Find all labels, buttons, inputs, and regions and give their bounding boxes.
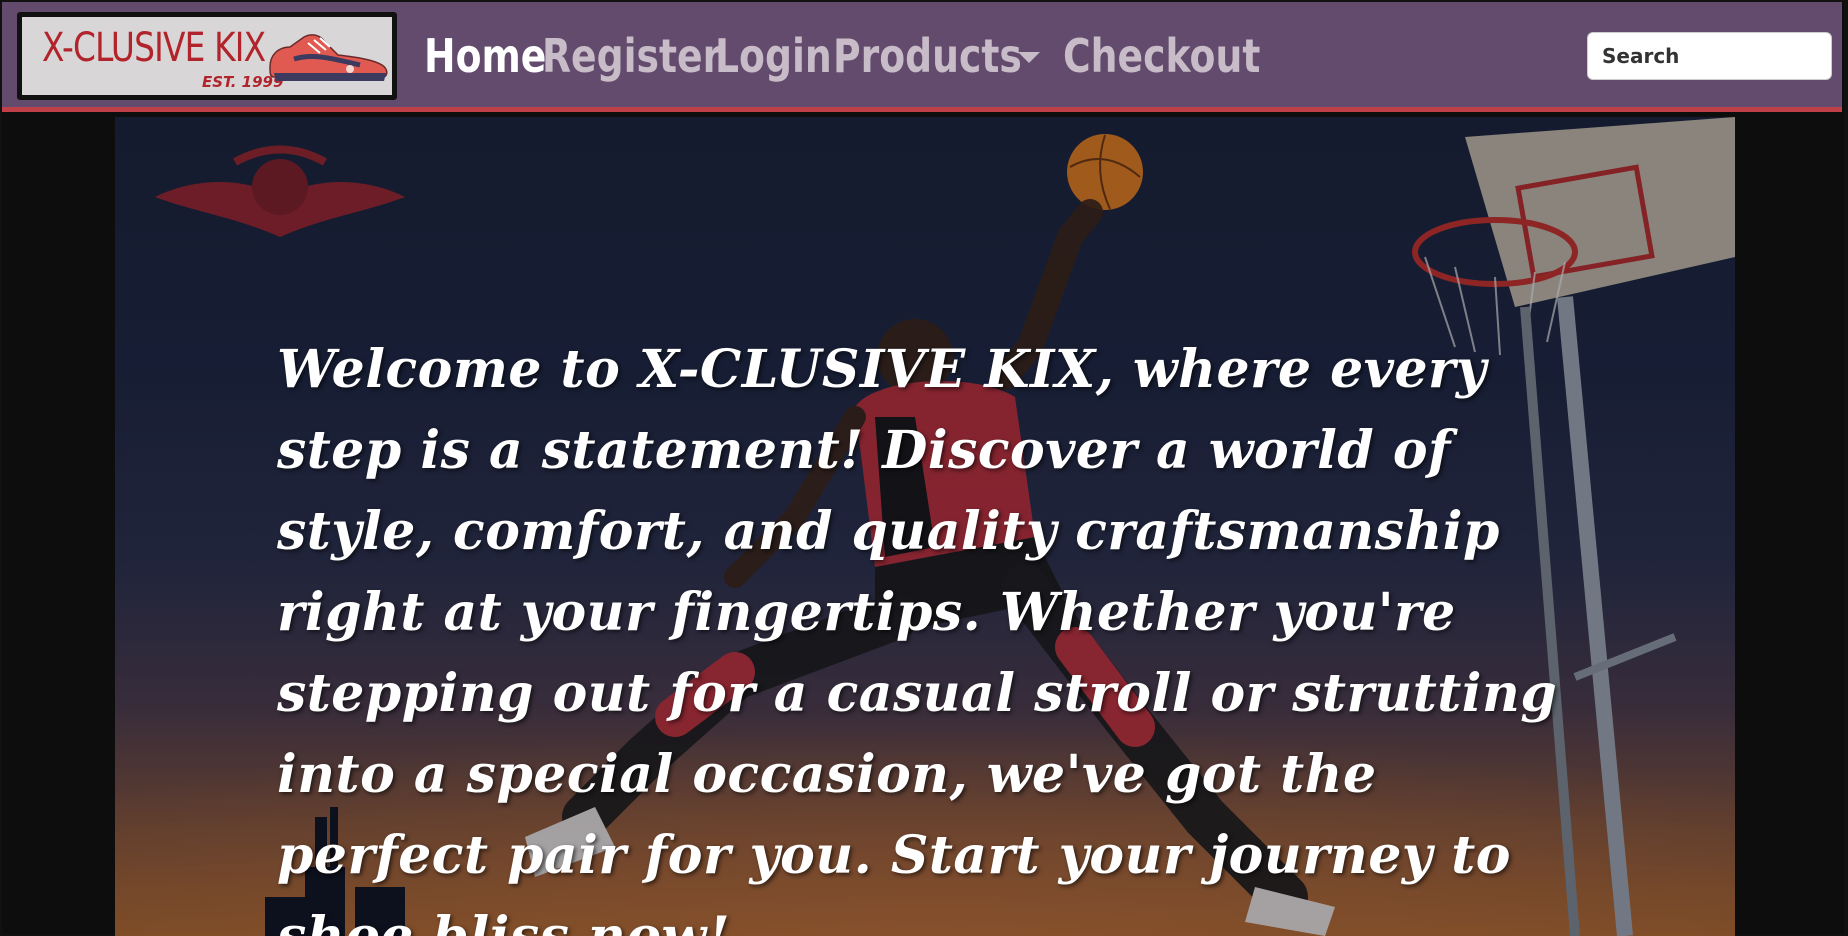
sneaker-icon — [269, 34, 388, 81]
nav-checkout[interactable]: Checkout — [1063, 29, 1260, 83]
search-input[interactable] — [1587, 32, 1832, 80]
nav-login[interactable]: Login — [715, 29, 832, 83]
top-navbar: X-CLUSIVE KIX EST. 1999 Home Register Lo… — [2, 2, 1842, 112]
hero-section: Welcome to X-CLUSIVE KIX, where every st… — [115, 117, 1735, 936]
nav-products[interactable]: Products — [833, 29, 1022, 83]
welcome-message: Welcome to X-CLUSIVE KIX, where every st… — [277, 339, 1558, 936]
brand-name: X-CLUSIVE KIX — [42, 25, 266, 71]
nav-links: Home Register Login Products Checkout — [424, 2, 1304, 110]
products-chevron-down-icon[interactable] — [1018, 52, 1040, 63]
nav-home[interactable]: Home — [424, 29, 546, 83]
brand-logo[interactable]: X-CLUSIVE KIX EST. 1999 — [17, 12, 397, 100]
nav-register[interactable]: Register — [542, 29, 721, 83]
